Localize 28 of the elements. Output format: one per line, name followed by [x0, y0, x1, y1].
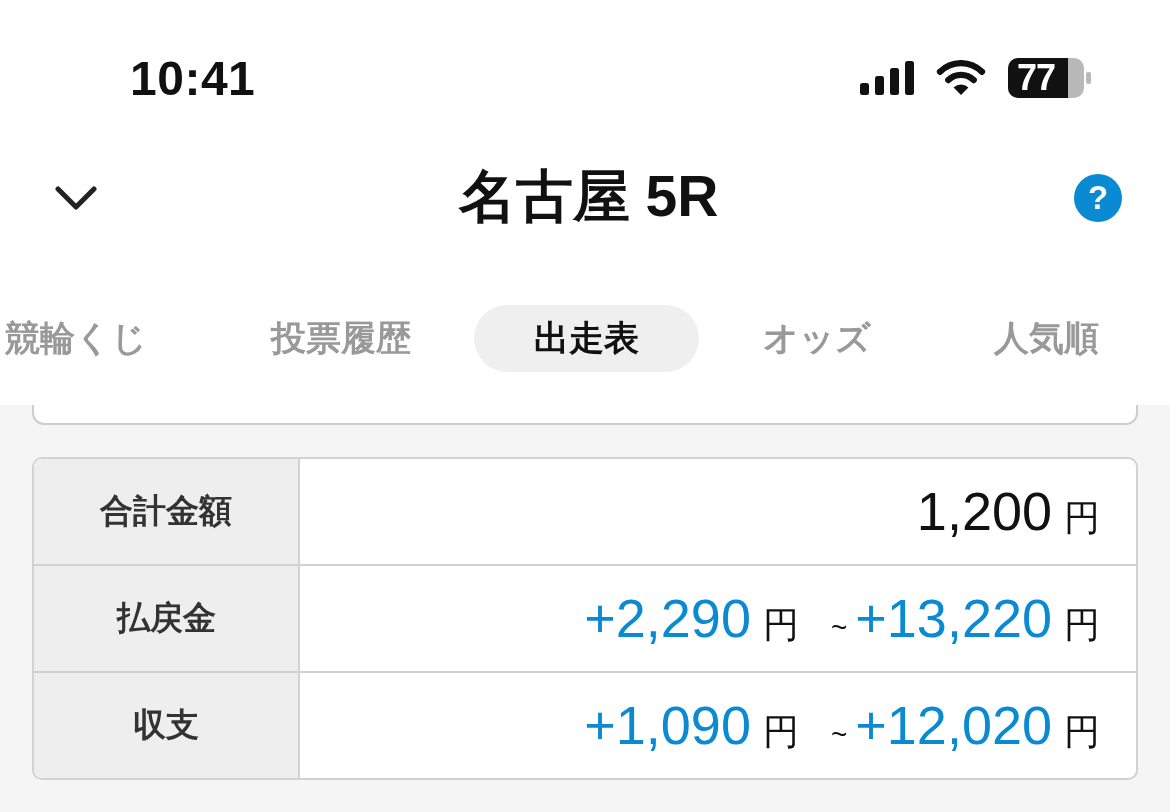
tab[interactable]: 人気順 — [934, 305, 1159, 372]
help-button[interactable]: ? — [1074, 173, 1122, 222]
range-separator: ~ — [830, 612, 848, 644]
amount-value: 1,200 — [916, 480, 1052, 542]
signal-icon — [860, 61, 914, 95]
currency-unit: 円 — [1064, 496, 1100, 540]
currency-unit: 円 — [1064, 710, 1100, 754]
currency-unit: 円 — [762, 710, 799, 754]
amount-value: +2,290 — [584, 587, 751, 649]
chevron-down-icon[interactable] — [55, 185, 97, 210]
tab[interactable]: 投票履歴 — [210, 305, 471, 372]
amount-value: +1,090 — [584, 694, 751, 756]
battery-icon — [1008, 58, 1092, 98]
currency-unit: 円 — [1064, 603, 1100, 647]
row-header: 合計金額 — [34, 459, 300, 564]
range-separator: ~ — [830, 719, 848, 751]
currency-unit: 円 — [762, 603, 799, 647]
tab[interactable]: 競輪くじ — [0, 305, 207, 372]
tab[interactable]: オッズ — [702, 305, 931, 372]
page-title: 名古屋 5R — [458, 163, 719, 230]
row-header: 収支 — [34, 673, 300, 778]
status-time: 10:41 — [130, 50, 256, 106]
tab[interactable]: 出走表 — [474, 305, 699, 372]
amount-value: +13,220 — [855, 587, 1052, 649]
wifi-icon — [936, 60, 986, 96]
amount-value: +12,020 — [855, 694, 1052, 756]
row-header: 払戻金 — [34, 566, 300, 671]
battery-percentage: 77 — [1017, 59, 1056, 97]
